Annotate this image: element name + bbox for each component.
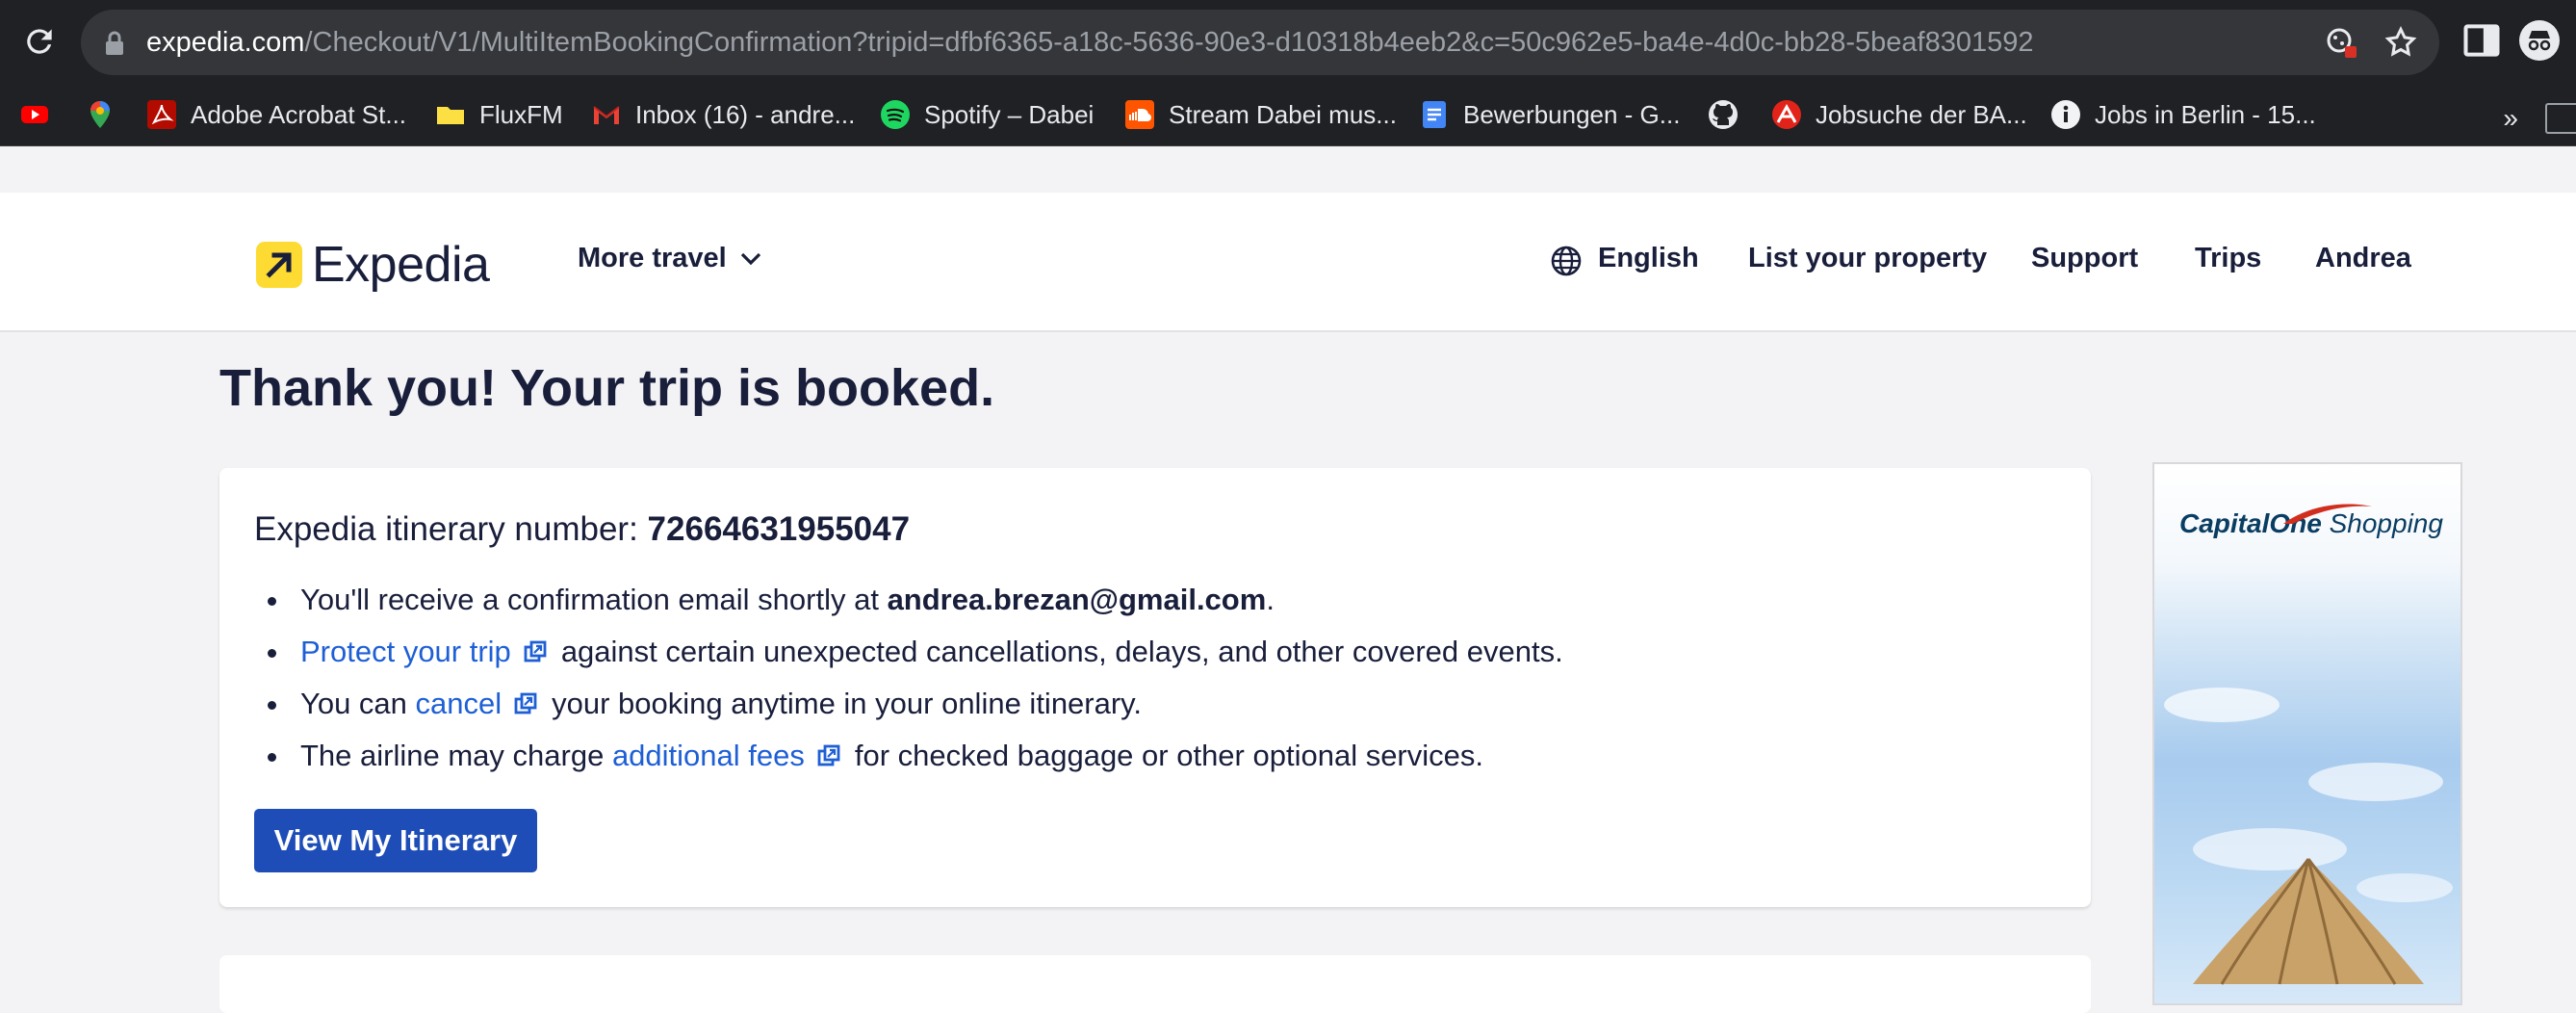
cancel-link[interactable]: cancel	[416, 687, 502, 720]
expedia-logo[interactable]: Expedia	[256, 236, 490, 294]
spotify-icon	[881, 100, 910, 129]
support-link[interactable]: Support	[2031, 243, 2138, 274]
bookmark-jobsuche[interactable]: Jobsuche der BA...	[1771, 95, 2027, 134]
bookmark-spotify[interactable]: Spotify – Dabei	[880, 95, 1094, 134]
bookmarks-overflow-button[interactable]: »	[2503, 103, 2518, 134]
external-link-icon[interactable]	[513, 691, 538, 716]
more-travel-menu[interactable]: More travel	[578, 243, 761, 274]
logo-text: Expedia	[312, 237, 490, 293]
address-bar[interactable]: expedia.com/Checkout/V1/MultiItemBooking…	[81, 10, 2439, 75]
email-prefix: You'll receive a confirmation email shor…	[300, 583, 888, 616]
bookmark-label: Inbox (16) - andre...	[635, 99, 856, 129]
bookmark-label: Stream Dabei mus...	[1169, 99, 1397, 129]
fees-prefix: The airline may charge	[300, 739, 612, 772]
browser-toolbar: expedia.com/Checkout/V1/MultiItemBooking…	[0, 0, 2576, 84]
secondary-card	[219, 955, 2091, 1013]
bookmarks-bar: Adobe Acrobat St... FluxFM Inbox (16) - …	[0, 84, 2576, 146]
confirmation-email: andrea.brezan@gmail.com	[887, 583, 1267, 616]
trips-link[interactable]: Trips	[2195, 243, 2261, 274]
url-host: expedia.com	[146, 27, 305, 58]
protect-trip-link[interactable]: Protect your trip	[300, 635, 511, 668]
github-icon	[1709, 100, 1738, 129]
view-itinerary-button[interactable]: View My Itinerary	[254, 809, 537, 872]
adobe-acrobat-icon	[147, 100, 176, 129]
bookmark-star-icon[interactable]	[2383, 25, 2418, 60]
additional-fees-link[interactable]: additional fees	[612, 739, 805, 772]
cancel-suffix: your booking anytime in your online itin…	[552, 687, 1142, 720]
protect-suffix: against certain unexpected cancellations…	[560, 635, 1563, 668]
external-link-icon[interactable]	[523, 639, 548, 664]
itinerary-label: Expedia itinerary number:	[254, 510, 648, 548]
side-panel-icon[interactable]	[2460, 19, 2503, 62]
bookmark-fluxfm[interactable]: FluxFM	[435, 95, 563, 134]
google-docs-icon	[1423, 101, 1446, 128]
language-selector[interactable]: English	[1598, 243, 1699, 274]
other-bookmarks-folder-icon[interactable]	[2545, 103, 2576, 134]
reload-icon[interactable]	[21, 23, 58, 60]
list-item: You'll receive a confirmation email shor…	[254, 574, 1563, 626]
advertisement-banner[interactable]: CapitalOne Shopping	[2152, 462, 2462, 1005]
bookmark-adobe-acrobat[interactable]: Adobe Acrobat St...	[146, 95, 406, 134]
account-menu[interactable]: Andrea	[2315, 243, 2411, 274]
bookmark-google-docs[interactable]: Bewerbungen - G...	[1419, 95, 1680, 134]
bookmark-label: Bewerbungen - G...	[1463, 99, 1681, 129]
list-item: Protect your trip against certain unexpec…	[254, 626, 1563, 678]
youtube-icon	[21, 106, 48, 123]
list-item: You can cancel your booking anytime in yo…	[254, 678, 1563, 730]
bookmark-label: Adobe Acrobat St...	[191, 99, 407, 129]
cancel-prefix: You can	[300, 687, 416, 720]
soundcloud-icon	[1125, 100, 1154, 129]
fees-suffix: for checked baggage or other optional se…	[854, 739, 1483, 772]
incognito-profile-icon[interactable]	[2518, 19, 2561, 62]
url-path: /Checkout/V1/MultiItemBookingConfirmatio…	[304, 27, 2034, 58]
chevron-down-icon	[740, 252, 760, 265]
tracking-blocked-icon[interactable]	[2324, 25, 2358, 60]
gmail-icon	[593, 106, 620, 124]
bookmark-label: FluxFM	[479, 99, 563, 129]
external-link-icon[interactable]	[816, 743, 841, 768]
jobsuche-icon	[1772, 100, 1801, 129]
bookmark-maps[interactable]	[85, 95, 129, 134]
bookmark-gmail[interactable]: Inbox (16) - andre...	[591, 95, 855, 134]
lock-icon[interactable]	[104, 31, 125, 56]
confirmation-notes: You'll receive a confirmation email shor…	[254, 574, 1563, 782]
info-icon	[2051, 100, 2080, 129]
bookmark-github[interactable]	[1708, 95, 1752, 134]
list-property-link[interactable]: List your property	[1748, 243, 1987, 274]
page-title: Thank you! Your trip is booked.	[219, 359, 995, 417]
expedia-logo-icon	[256, 242, 302, 288]
bookmark-label: Jobs in Berlin - 15...	[2095, 99, 2316, 129]
bookmark-label: Spotify – Dabei	[924, 99, 1095, 129]
confirmation-card: Expedia itinerary number: 72664631955047…	[219, 468, 2091, 907]
maps-pin-icon	[90, 101, 110, 128]
itinerary-number: 72664631955047	[647, 510, 911, 548]
bookmark-label: Jobsuche der BA...	[1816, 99, 2027, 129]
email-suffix: .	[1266, 583, 1275, 616]
bookmark-jobs-berlin[interactable]: Jobs in Berlin - 15...	[2050, 95, 2316, 134]
bookmark-youtube[interactable]	[19, 95, 64, 134]
list-item: The airline may charge additional fees fo…	[254, 730, 1563, 782]
beach-umbrella-image	[2164, 688, 2453, 985]
url-text[interactable]: expedia.com/Checkout/V1/MultiItemBooking…	[146, 25, 2034, 60]
site-header: Expedia More travel English List your pr…	[0, 193, 2576, 332]
globe-icon	[1551, 246, 1582, 276]
folder-icon	[437, 107, 464, 124]
itinerary-line: Expedia itinerary number: 72664631955047	[254, 510, 910, 549]
bookmark-soundcloud[interactable]: Stream Dabei mus...	[1124, 95, 1397, 134]
more-travel-label: More travel	[578, 243, 727, 273]
